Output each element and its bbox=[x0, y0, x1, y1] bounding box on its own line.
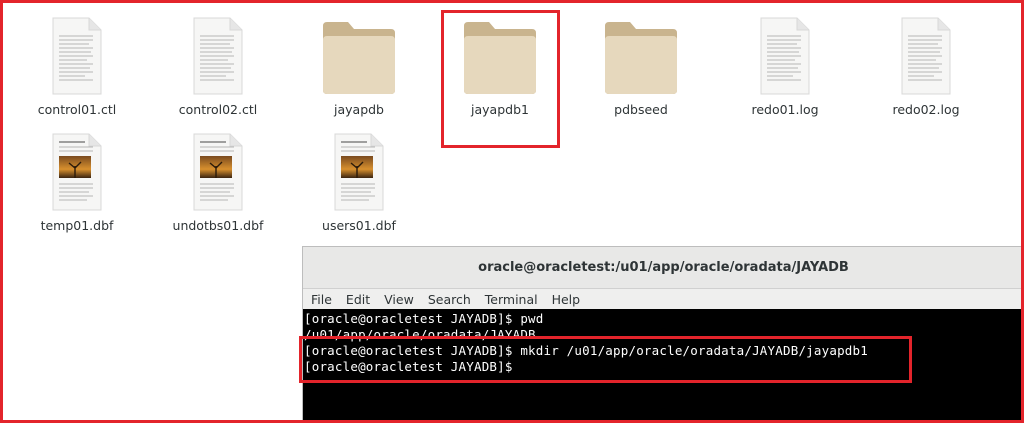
text-file-icon bbox=[52, 17, 102, 95]
text-file-icon bbox=[193, 17, 243, 95]
menu-help[interactable]: Help bbox=[552, 292, 581, 307]
menu-search[interactable]: Search bbox=[428, 292, 471, 307]
file-item[interactable]: control01.ctl bbox=[7, 16, 147, 117]
file-item[interactable]: undotbs01.dbf bbox=[148, 132, 288, 233]
terminal-titlebar[interactable]: oracle@oracletest:/u01/app/oracle/oradat… bbox=[303, 247, 1024, 289]
terminal-line: [oracle@oracletest JAYADB]$ pwd bbox=[304, 311, 544, 326]
folder-icon bbox=[605, 22, 677, 94]
file-label: jayapdb bbox=[334, 102, 384, 117]
file-label: pdbseed bbox=[614, 102, 668, 117]
text-file-icon bbox=[760, 17, 810, 95]
image-doc-icon bbox=[193, 133, 243, 211]
file-item[interactable]: control02.ctl bbox=[148, 16, 288, 117]
folder-icon bbox=[323, 22, 395, 94]
menu-edit[interactable]: Edit bbox=[346, 292, 370, 307]
file-item[interactable]: pdbseed bbox=[571, 18, 711, 117]
file-item[interactable]: users01.dbf bbox=[289, 132, 429, 233]
menu-terminal[interactable]: Terminal bbox=[485, 292, 538, 307]
image-doc-icon bbox=[334, 133, 384, 211]
file-item[interactable]: jayapdb bbox=[289, 18, 429, 117]
text-file-icon bbox=[901, 17, 951, 95]
terminal-title: oracle@oracletest:/u01/app/oracle/oradat… bbox=[478, 260, 849, 275]
command-highlight-box bbox=[299, 336, 912, 383]
menu-file[interactable]: File bbox=[311, 292, 332, 307]
file-item[interactable]: temp01.dbf bbox=[7, 132, 147, 233]
file-label: control02.ctl bbox=[178, 102, 258, 117]
terminal-window[interactable]: oracle@oracletest:/u01/app/oracle/oradat… bbox=[302, 246, 1024, 423]
folder-highlight-box bbox=[441, 10, 560, 148]
file-label: redo02.log bbox=[892, 102, 960, 117]
file-label: redo01.log bbox=[751, 102, 819, 117]
image-doc-icon bbox=[52, 133, 102, 211]
file-label: users01.dbf bbox=[322, 218, 396, 233]
terminal-menubar: File Edit View Search Terminal Help bbox=[303, 289, 1024, 309]
file-label: temp01.dbf bbox=[40, 218, 114, 233]
file-label: control01.ctl bbox=[37, 102, 117, 117]
file-item[interactable]: redo01.log bbox=[715, 16, 855, 117]
file-label: undotbs01.dbf bbox=[172, 218, 264, 233]
menu-view[interactable]: View bbox=[384, 292, 414, 307]
file-item[interactable]: redo02.log bbox=[856, 16, 996, 117]
